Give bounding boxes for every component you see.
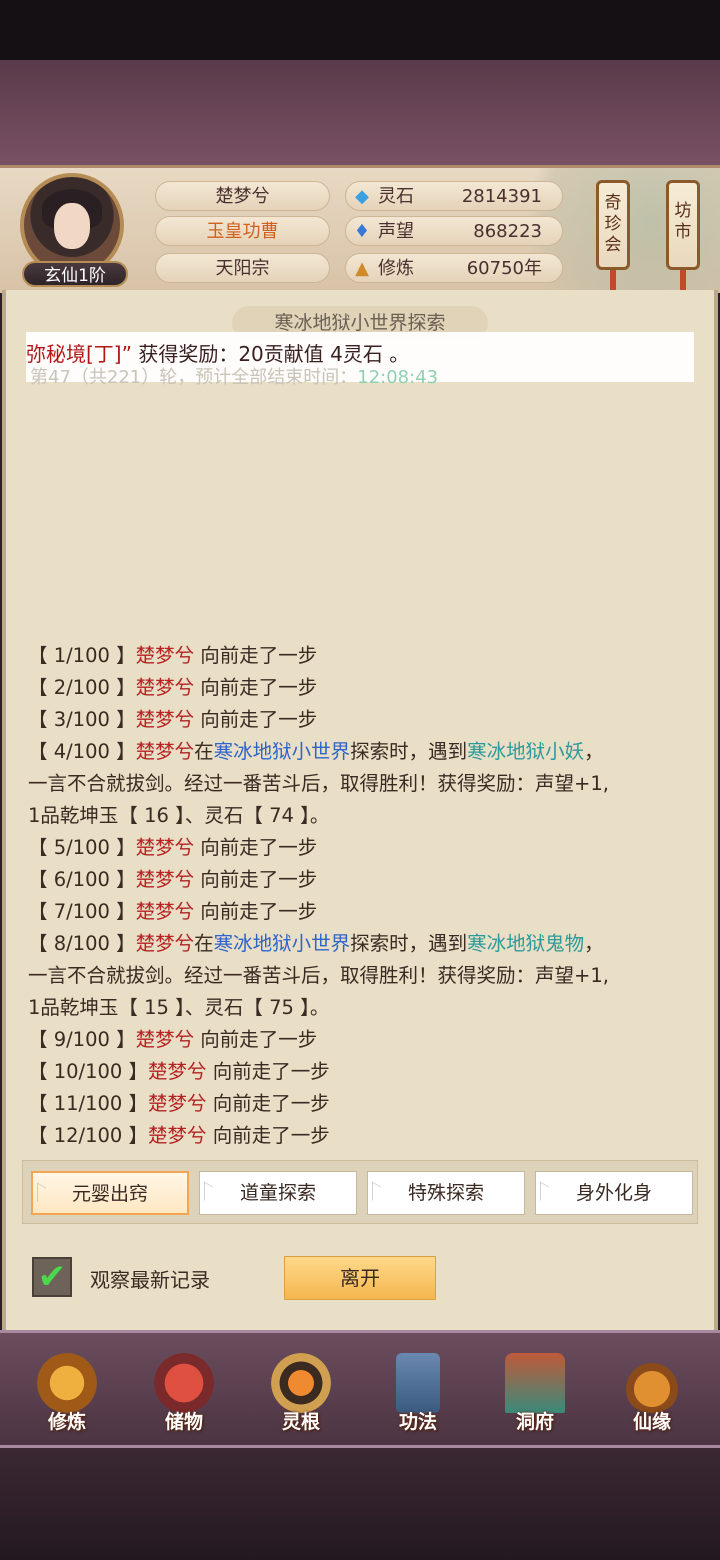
- tab-special[interactable]: 特殊探索: [367, 1171, 525, 1215]
- log-line: 【 2/100 】楚梦兮 向前走了一步: [28, 676, 318, 699]
- rank-badge: 玄仙1阶: [22, 261, 128, 287]
- pavilion-icon: [505, 1353, 565, 1413]
- log-line: 一言不合就拔剑。经过一番苦斗后，取得胜利！获得奖励：声望+1,: [28, 772, 609, 795]
- resource-reputation: ♦ 声望 868223: [345, 216, 563, 246]
- nav-storage[interactable]: 储物: [134, 1345, 234, 1445]
- log-line: 【 4/100 】楚梦兮在寒冰地狱小世界探索时，遇到寒冰地狱小妖，: [28, 740, 604, 763]
- spirit-root-icon: [271, 1353, 331, 1413]
- nav-cave-dwelling[interactable]: 洞府: [485, 1345, 585, 1445]
- spirit-stone-icon: ◆: [355, 186, 369, 207]
- player-title[interactable]: 玉皇功曹: [155, 216, 330, 246]
- resource-cultivation: ▲ 修炼 60750年: [345, 253, 563, 283]
- gourd-icon: [622, 1353, 682, 1413]
- log-line: 【 9/100 】楚梦兮 向前走了一步: [28, 1028, 318, 1051]
- tab-nascent-soul[interactable]: 元婴出窍: [31, 1171, 189, 1215]
- log-line: 【 8/100 】楚梦兮在寒冰地狱小世界探索时，遇到寒冰地狱鬼物，: [28, 932, 604, 955]
- round-info: 第47（共221）轮，预计全部结束时间：12:08:43: [30, 367, 439, 388]
- treasure-fair-button[interactable]: 奇珍会: [596, 180, 630, 270]
- nav-cultivate[interactable]: 修炼: [17, 1345, 117, 1445]
- player-sect[interactable]: 天阳宗: [155, 253, 330, 283]
- log-line: 1品乾坤玉【 15 】、灵石【 75 】。: [28, 996, 330, 1019]
- log-line: 【 6/100 】楚梦兮 向前走了一步: [28, 868, 318, 891]
- log-line: 一言不合就拔剑。经过一番苦斗后，取得胜利！获得奖励：声望+1,: [28, 964, 609, 987]
- tab-dao-child[interactable]: 道童探索: [199, 1171, 357, 1215]
- watch-latest-checkbox[interactable]: ✔: [32, 1257, 72, 1297]
- cultivation-icon: ▲: [355, 258, 369, 279]
- log-line: 【 3/100 】楚梦兮 向前走了一步: [28, 708, 318, 731]
- log-line: 【 12/100 】楚梦兮 向前走了一步: [28, 1124, 330, 1147]
- avatar-face: [54, 203, 90, 249]
- log-line: 【 5/100 】楚梦兮 向前走了一步: [28, 836, 318, 859]
- watch-latest-label: 观察最新记录: [90, 1268, 210, 1292]
- nav-techniques[interactable]: 功法: [368, 1345, 468, 1445]
- check-icon: ✔: [37, 1257, 67, 1297]
- background-band: [0, 60, 720, 170]
- market-button[interactable]: 坊市: [666, 180, 700, 270]
- nav-spirit-root[interactable]: 灵根: [251, 1345, 351, 1445]
- scripture-book-icon: [396, 1353, 440, 1413]
- meditating-figure-icon: [37, 1353, 97, 1413]
- log-line: 【 10/100 】楚梦兮 向前走了一步: [28, 1060, 330, 1083]
- log-line: 【 1/100 】楚梦兮 向前走了一步: [28, 644, 318, 667]
- leave-button[interactable]: 离开: [284, 1256, 436, 1300]
- tab-avatar[interactable]: 身外化身: [535, 1171, 693, 1215]
- log-line: 【 7/100 】楚梦兮 向前走了一步: [28, 900, 318, 923]
- treasure-bag-icon: [154, 1353, 214, 1413]
- reputation-icon: ♦: [353, 221, 371, 242]
- explore-mode-tabs: 元婴出窍 道童探索 特殊探索 身外化身: [22, 1160, 698, 1224]
- exploration-log[interactable]: 【 1/100 】楚梦兮 向前走了一步 【 2/100 】楚梦兮 向前走了一步 …: [28, 640, 700, 1152]
- nav-fortune[interactable]: 仙缘: [602, 1345, 702, 1445]
- log-line: 【 11/100 】楚梦兮 向前走了一步: [28, 1092, 330, 1115]
- status-bar-area: [0, 0, 720, 60]
- bottom-nav: 修炼 储物 灵根 功法 洞府 仙缘: [0, 1330, 720, 1448]
- resource-spirit-stone: ◆ 灵石 2814391: [345, 181, 563, 211]
- player-name: 楚梦兮: [155, 181, 330, 211]
- bottom-background: [0, 1448, 720, 1560]
- log-line: 1品乾坤玉【 16 】、灵石【 74 】。: [28, 804, 330, 827]
